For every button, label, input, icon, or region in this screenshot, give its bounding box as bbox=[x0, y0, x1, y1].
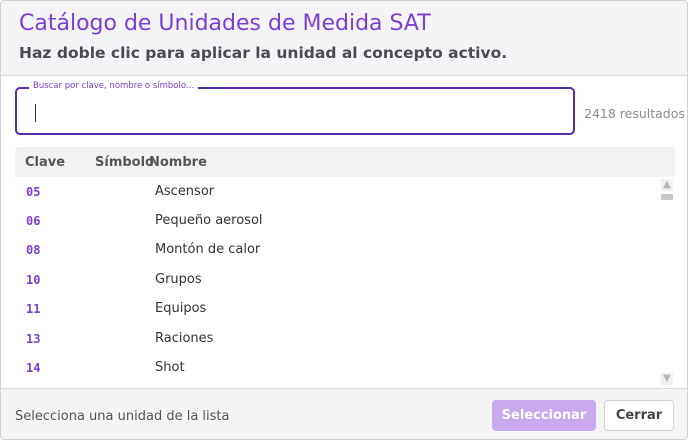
scroll-thumb[interactable] bbox=[661, 194, 673, 200]
table-row[interactable]: 08 Montón de calor bbox=[15, 235, 660, 264]
table-row[interactable]: 05 Ascensor bbox=[15, 177, 660, 206]
cell-clave: 11 bbox=[26, 302, 41, 316]
cell-clave: 08 bbox=[26, 243, 41, 257]
cell-clave: 06 bbox=[26, 214, 41, 228]
cell-nombre: Grupos bbox=[155, 272, 202, 287]
column-header-nombre[interactable]: Nombre bbox=[149, 155, 207, 170]
close-button[interactable]: Cerrar bbox=[604, 400, 674, 431]
cell-clave: 14 bbox=[26, 361, 41, 375]
cell-nombre: Raciones bbox=[155, 331, 214, 346]
table-body: 05 Ascensor 06 Pequeño aerosol 08 Montón… bbox=[15, 177, 660, 387]
units-table: Clave Símbolo Nombre 05 Ascensor 06 Pequ… bbox=[15, 147, 675, 387]
cell-nombre: Shot bbox=[155, 360, 185, 375]
cell-nombre: Pequeño aerosol bbox=[155, 213, 263, 228]
results-count: 2418 resultados bbox=[584, 106, 685, 121]
column-header-clave[interactable]: Clave bbox=[25, 155, 65, 170]
cell-nombre: Montón de calor bbox=[155, 242, 261, 257]
selection-status: Selecciona una unidad de la lista bbox=[15, 409, 230, 424]
cell-clave: 10 bbox=[26, 273, 41, 287]
dialog-header: Catálogo de Unidades de Medida SAT Haz d… bbox=[1, 1, 687, 76]
table-header: Clave Símbolo Nombre bbox=[15, 147, 675, 177]
table-row[interactable]: 13 Raciones bbox=[15, 324, 660, 353]
table-row[interactable]: 06 Pequeño aerosol bbox=[15, 206, 660, 235]
scroll-down-arrow-icon[interactable]: ▼ bbox=[661, 373, 673, 385]
search-label: Buscar por clave, nombre o símbolo... bbox=[29, 81, 199, 91]
table-row[interactable]: 14 Shot bbox=[15, 353, 660, 382]
unit-catalog-dialog: Catálogo de Unidades de Medida SAT Haz d… bbox=[0, 0, 688, 440]
table-row[interactable]: 11 Equipos bbox=[15, 294, 660, 323]
dialog-footer: Selecciona una unidad de la lista Selecc… bbox=[1, 388, 687, 439]
search-field[interactable]: Buscar por clave, nombre o símbolo... bbox=[15, 81, 575, 135]
search-input[interactable] bbox=[29, 99, 559, 123]
text-caret bbox=[35, 104, 36, 122]
dialog-title: Catálogo de Unidades de Medida SAT bbox=[19, 11, 431, 36]
dialog-subtitle: Haz doble clic para aplicar la unidad al… bbox=[19, 44, 508, 62]
table-row[interactable]: 10 Grupos bbox=[15, 265, 660, 294]
cell-nombre: Equipos bbox=[155, 301, 207, 316]
column-header-simbolo[interactable]: Símbolo bbox=[95, 155, 154, 170]
cell-nombre: Ascensor bbox=[155, 184, 215, 199]
table-scrollbar[interactable]: ▲ ▼ bbox=[658, 177, 675, 387]
cell-clave: 13 bbox=[26, 332, 41, 346]
select-button[interactable]: Seleccionar bbox=[492, 400, 596, 431]
scroll-up-arrow-icon[interactable]: ▲ bbox=[661, 179, 673, 191]
cell-clave: 05 bbox=[26, 185, 41, 199]
